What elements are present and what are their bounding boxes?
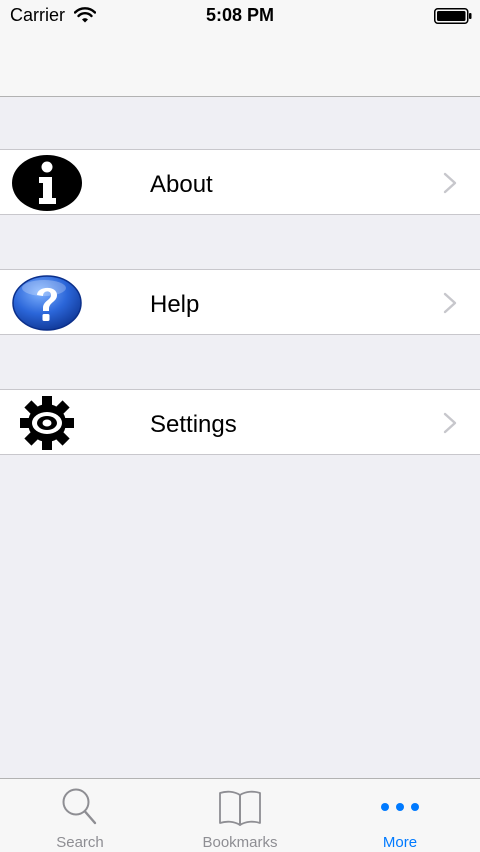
info-icon (12, 155, 82, 211)
menu-item-about[interactable]: About (0, 149, 480, 215)
menu-item-help[interactable]: Help (0, 269, 480, 335)
menu-item-settings[interactable]: Settings (0, 389, 480, 455)
tab-label: More (382, 834, 418, 851)
menu-item-label: Settings (150, 411, 237, 438)
menu-item-label: About (150, 171, 213, 198)
battery-icon (434, 8, 472, 24)
screen: Carrier 5:08 PM About Help Settings Sear… (0, 0, 480, 852)
tab-label: Search (56, 834, 104, 851)
help-icon (12, 275, 82, 331)
tab-label: Bookmarks (202, 834, 278, 851)
bookmarks-icon (219, 790, 261, 826)
chevron-right-icon (443, 172, 457, 194)
status-time: 5:08 PM (205, 5, 275, 25)
search-icon (62, 788, 97, 825)
menu-item-label: Help (150, 291, 200, 318)
chevron-right-icon (443, 292, 457, 314)
more-icon (381, 803, 419, 811)
tab-bar: Search Bookmarks More (0, 778, 480, 852)
tab-search[interactable]: Search (0, 779, 160, 852)
gear-icon (20, 396, 74, 450)
navigation-bar: Carrier 5:08 PM (0, 0, 480, 97)
tab-bookmarks[interactable]: Bookmarks (160, 779, 320, 852)
chevron-right-icon (443, 412, 457, 434)
tab-more[interactable]: More (320, 779, 480, 852)
